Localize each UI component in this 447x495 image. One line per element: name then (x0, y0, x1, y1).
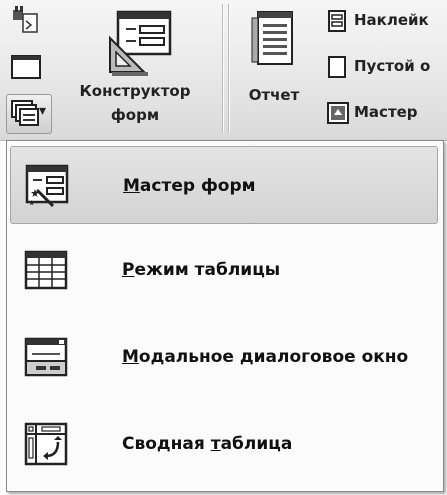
report-wizard-icon (327, 102, 349, 124)
more-forms-button[interactable]: ▾ (6, 94, 52, 134)
form-designer-icon (109, 10, 172, 76)
menu-item-label: Сводная таблица (122, 434, 293, 454)
ribbon-separator (222, 4, 223, 132)
blank-report-icon (328, 56, 346, 78)
blank-form-small-icon (11, 55, 41, 79)
report-label: Отчет (248, 86, 300, 104)
split-form-icon (13, 6, 38, 33)
report-wizard-label: Мастер (354, 103, 418, 121)
datasheet-icon (24, 250, 68, 290)
blank-report-label: Пустой о (354, 57, 431, 75)
dropdown-caret-icon: ▾ (39, 103, 47, 119)
report-wizard-button[interactable]: Мастер (320, 98, 447, 128)
more-forms-icon (11, 100, 39, 126)
labels-icon (328, 10, 346, 32)
menu-item-pivot-table[interactable]: Сводная таблица (10, 405, 438, 483)
form-designer-label-1: Конструктор (79, 82, 191, 100)
split-form-button[interactable] (10, 4, 44, 36)
modal-dialog-icon (24, 337, 68, 377)
menu-item-modal-dialog[interactable]: Модальное диалоговое окно (10, 318, 438, 396)
multiple-items-button[interactable] (10, 52, 44, 82)
ribbon-separator-2 (228, 4, 229, 132)
accelerator-key: М (123, 176, 140, 196)
report-icon (251, 11, 293, 65)
report-button[interactable]: Отчет (236, 2, 312, 136)
menu-item-label: Модальное диалоговое окно (122, 347, 409, 367)
form-designer-button[interactable]: Конструктор форм (56, 2, 214, 136)
labels-button[interactable]: Наклейк (320, 6, 447, 36)
blank-report-button[interactable]: Пустой о (320, 52, 447, 82)
labels-label: Наклейк (354, 11, 429, 29)
accelerator-key: М (122, 347, 139, 367)
form-wizard-icon (25, 164, 69, 208)
accelerator-key: т (210, 434, 221, 454)
pivot-table-icon (24, 422, 68, 466)
form-designer-label-2: форм (110, 106, 160, 124)
accelerator-key: Р (122, 260, 135, 280)
menu-item-label: Режим таблицы (122, 260, 281, 280)
menu-item-datasheet[interactable]: Режим таблицы (10, 231, 438, 309)
menu-item-label: Мастер форм (123, 176, 256, 196)
menu-item-form-wizard[interactable]: Мастер форм (10, 146, 438, 224)
more-forms-menu: Мастер форм Режим таблицы Модальное диал… (6, 140, 444, 492)
ribbon: ▾ Конструктор форм Отчет Наклейк Пустой … (0, 0, 447, 141)
